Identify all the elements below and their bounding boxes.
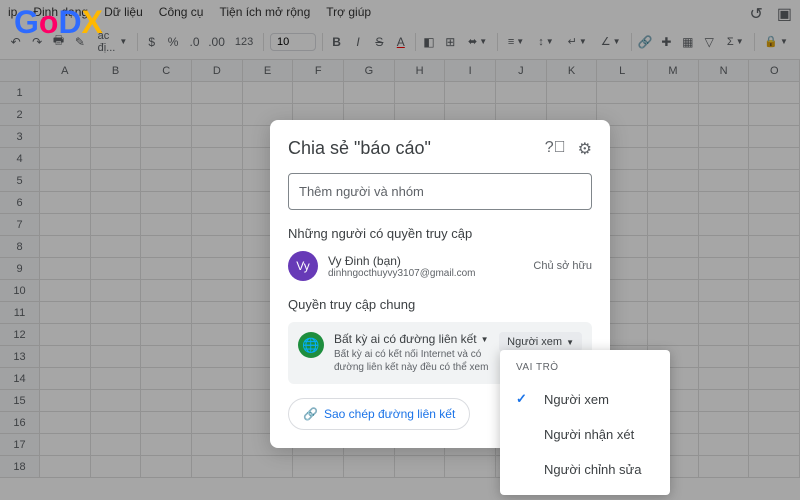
people-access-label: Những người có quyền truy cập	[288, 226, 592, 241]
modal-title: Chia sẻ "báo cáo"	[288, 138, 431, 159]
avatar: Vy	[288, 251, 318, 281]
add-people-input[interactable]: Thêm người và nhóm	[288, 173, 592, 210]
gear-icon[interactable]: ⚙	[578, 139, 592, 159]
person-email: dinhngocthuyvy3107@gmail.com	[328, 268, 523, 279]
person-row: Vy Vy Đinh (bạn) dinhngocthuyvy3107@gmai…	[288, 251, 592, 281]
role-option-commenter[interactable]: Người nhận xét	[500, 417, 670, 452]
globe-icon: 🌐	[298, 332, 324, 358]
copy-link-button[interactable]: 🔗 Sao chép đường liên kết	[288, 398, 470, 430]
person-role: Chủ sở hữu	[533, 260, 592, 272]
role-dropdown-button[interactable]: Người xem▼	[499, 332, 582, 352]
help-icon[interactable]: ?⃝	[545, 139, 566, 159]
dropdown-header: VAI TRÒ	[500, 358, 670, 381]
general-access-label: Quyền truy cập chung	[288, 297, 592, 312]
check-icon: ✓	[516, 391, 532, 407]
role-dropdown-menu: VAI TRÒ ✓ Người xem Người nhận xét Người…	[500, 350, 670, 495]
logo: GoDX	[14, 4, 103, 41]
access-scope-dropdown[interactable]: Bất kỳ ai có đường liên kết▼	[334, 332, 489, 346]
role-option-editor[interactable]: Người chỉnh sửa	[500, 452, 670, 487]
role-option-viewer[interactable]: ✓ Người xem	[500, 381, 670, 417]
person-name: Vy Đinh (bạn)	[328, 254, 523, 268]
access-description: Bất kỳ ai có kết nối Internet và có đườn…	[334, 348, 489, 374]
link-icon: 🔗	[303, 407, 318, 421]
